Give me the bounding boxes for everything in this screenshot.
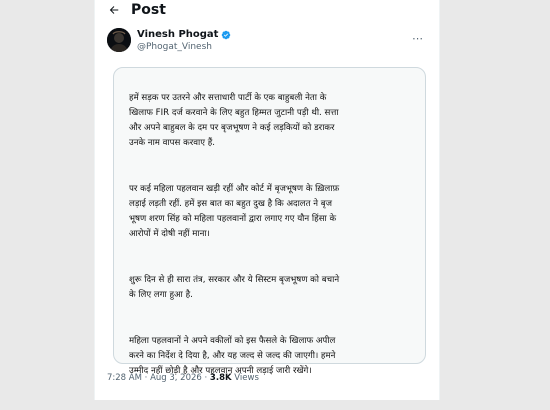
views-label: Views bbox=[234, 373, 259, 383]
top-bar: Post bbox=[95, 0, 439, 20]
author-name-row: Vinesh Phogat bbox=[137, 29, 231, 40]
post-time[interactable]: 7:28 AM bbox=[107, 373, 142, 383]
page-title: Post bbox=[131, 2, 166, 18]
post-header: Vinesh Phogat @Phogat_Vinesh ⋯ bbox=[107, 28, 427, 56]
meta-separator-2: · bbox=[204, 373, 208, 383]
author-handle[interactable]: @Phogat_Vinesh bbox=[137, 42, 212, 52]
image-paragraph-2: पर कई महिला पहलवान खड़ी रहीं और कोर्ट मे… bbox=[129, 184, 340, 239]
arrow-left-icon bbox=[109, 6, 119, 14]
post-date[interactable]: Aug 3, 2026 bbox=[150, 373, 202, 383]
back-button[interactable] bbox=[105, 1, 123, 19]
meta-separator: · bbox=[144, 373, 148, 383]
verified-badge-icon bbox=[222, 30, 231, 39]
image-paragraph-3: शुरू दिन से ही सारा तंत्र, सरकार और ये स… bbox=[129, 275, 340, 300]
avatar[interactable] bbox=[107, 28, 131, 52]
image-paragraph-1: हमें सड़क पर उतरने और सत्ताधारी पार्टी क… bbox=[129, 93, 339, 148]
avatar-image bbox=[107, 28, 131, 52]
post-column: Post Vinesh Phogat @Phogat_Vinesh ⋯ हमें… bbox=[94, 0, 440, 400]
post-image-text: हमें सड़क पर उतरने और सत्ताधारी पार्टी क… bbox=[129, 76, 419, 410]
post-meta: 7:28 AM · Aug 3, 2026 · 3.8K Views bbox=[107, 373, 259, 383]
post-image[interactable]: हमें सड़क पर उतरने और सत्ताधारी पार्टी क… bbox=[113, 67, 426, 376]
views-count: 3.8K bbox=[209, 373, 232, 383]
author-name[interactable]: Vinesh Phogat bbox=[137, 29, 218, 40]
more-options-icon[interactable]: ⋯ bbox=[412, 32, 423, 45]
